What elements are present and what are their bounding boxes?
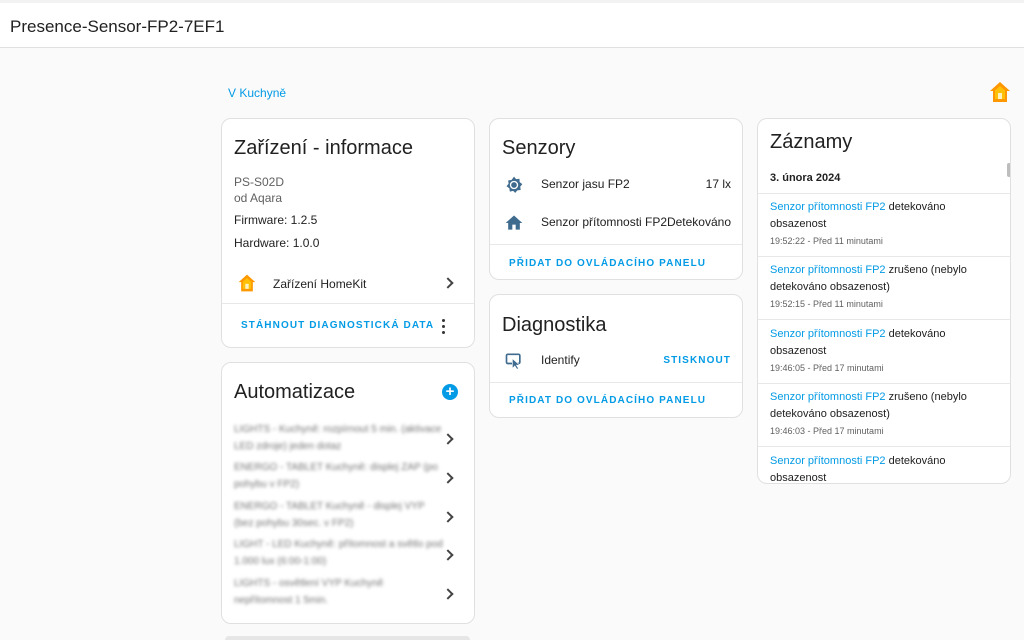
sensor-label: Senzor přítomnosti FP2: [541, 215, 668, 229]
automation-item[interactable]: LIGHTS - osvětlení VYP Kuchyně nepřítomn…: [234, 575, 444, 609]
area-link[interactable]: V Kuchyně: [228, 86, 286, 100]
page-title: Presence-Sensor-FP2-7EF1: [10, 17, 225, 36]
sensor-value: Detekováno: [666, 215, 731, 229]
firmware-version: Firmware: 1.2.5: [234, 213, 318, 227]
chevron-right-icon: [442, 549, 454, 561]
chevron-right-icon: [442, 472, 454, 484]
automation-item[interactable]: LIGHTS - Kuchyně: rozpírnout 5 min. (akt…: [234, 421, 444, 455]
chevron-right-icon: [442, 433, 454, 445]
card-title: Diagnostika: [502, 314, 607, 336]
logbook-date: 3. února 2024: [770, 172, 841, 184]
chevron-right-icon: [442, 277, 454, 289]
logbook-card: Záznamy 3. února 2024 Senzor přítomnosti…: [757, 118, 1011, 484]
brightness-icon: [504, 175, 524, 200]
chevron-right-icon: [442, 511, 454, 523]
logbook-entry[interactable]: Senzor přítomnosti FP2 zrušeno (nebylo d…: [770, 262, 995, 296]
entity-link[interactable]: Senzor přítomnosti FP2: [770, 201, 886, 213]
more-vert-icon[interactable]: [442, 319, 446, 335]
add-to-dashboard-button[interactable]: PŘIDAT DO OVLÁDACÍHO PANELU: [509, 395, 706, 406]
automations-card: Automatizace + LIGHTS - Kuchyně: rozpírn…: [221, 362, 475, 624]
divider: [490, 244, 742, 245]
logbook-entry[interactable]: Senzor přítomnosti FP2 detekováno obsaze…: [770, 199, 995, 233]
sensors-card: Senzory Senzor jasu FP2 17 lx Senzor pří…: [489, 118, 743, 280]
card-title: Automatizace: [234, 381, 356, 403]
card-title: Záznamy: [770, 131, 853, 153]
device-info-card: Zařízení - informace PS-S02D od Aqara Fi…: [221, 118, 475, 348]
sensor-row-presence[interactable]: Senzor přítomnosti FP2 Detekováno: [490, 209, 742, 238]
divider: [490, 382, 742, 383]
logbook-entry[interactable]: Senzor přítomnosti FP2 zrušeno (nebylo d…: [770, 389, 995, 423]
add-automation-icon[interactable]: +: [442, 384, 458, 400]
identify-icon: [504, 351, 524, 376]
logbook-entry[interactable]: Senzor přítomnosti FP2 detekováno obsaze…: [770, 326, 995, 360]
homekit-home-icon[interactable]: [988, 80, 1012, 104]
divider: [758, 256, 1010, 257]
homekit-label: Zařízení HomeKit: [273, 277, 367, 291]
homekit-row[interactable]: Zařízení HomeKit: [222, 265, 474, 301]
entity-link[interactable]: Senzor přítomnosti FP2: [770, 391, 886, 403]
logbook-entry[interactable]: Senzor přítomnosti FP2 detekováno obsaze…: [770, 453, 995, 483]
sensor-row-brightness[interactable]: Senzor jasu FP2 17 lx: [490, 171, 742, 200]
top-bar: Presence-Sensor-FP2-7EF1: [0, 0, 1024, 48]
add-to-dashboard-button[interactable]: PŘIDAT DO OVLÁDACÍHO PANELU: [509, 258, 706, 269]
hardware-version: Hardware: 1.0.0: [234, 236, 320, 250]
card-title: Senzory: [502, 137, 576, 159]
entry-time: 19:46:03 - Před 17 minutami: [770, 426, 884, 436]
entry-time: 19:52:22 - Před 11 minutami: [770, 236, 883, 246]
device-model: PS-S02D: [234, 175, 285, 189]
entry-time: 19:46:05 - Před 17 minutami: [770, 363, 884, 373]
home-icon: [504, 213, 524, 238]
homekit-icon: [237, 273, 257, 298]
chevron-right-icon: [442, 588, 454, 600]
identify-row: Identify STISKNOUT: [490, 347, 742, 376]
automation-item[interactable]: ENERGO - TABLET Kuchyně: displej ZAP (po…: [234, 459, 444, 493]
press-button[interactable]: STISKNOUT: [663, 355, 731, 366]
sensor-label: Senzor jasu FP2: [541, 177, 630, 191]
entry-time: 19:52:15 - Před 11 minutami: [770, 299, 883, 309]
divider: [758, 193, 1010, 194]
automation-item[interactable]: ENERGO - TABLET Kuchyně - displej VYP (b…: [234, 498, 444, 532]
entity-link[interactable]: Senzor přítomnosti FP2: [770, 328, 886, 340]
diagnostics-card: Diagnostika Identify STISKNOUT PŘIDAT DO…: [489, 294, 743, 418]
device-manufacturer: od Aqara: [234, 191, 283, 205]
divider: [222, 303, 474, 304]
download-diagnostics-button[interactable]: STÁHNOUT DIAGNOSTICKÁ DATA: [241, 320, 434, 331]
next-card-edge: [225, 636, 470, 640]
sensor-value: 17 lx: [705, 177, 731, 191]
entity-link[interactable]: Senzor přítomnosti FP2: [770, 455, 886, 467]
card-title: Zařízení - informace: [234, 137, 413, 159]
scrollbar[interactable]: [1007, 163, 1010, 177]
automation-item[interactable]: LIGHT - LED Kuchyně: přítomnost a světlo…: [234, 536, 444, 570]
divider: [758, 446, 1010, 447]
identify-label: Identify: [541, 353, 580, 367]
divider: [758, 383, 1010, 384]
entity-link[interactable]: Senzor přítomnosti FP2: [770, 264, 886, 276]
divider: [758, 319, 1010, 320]
